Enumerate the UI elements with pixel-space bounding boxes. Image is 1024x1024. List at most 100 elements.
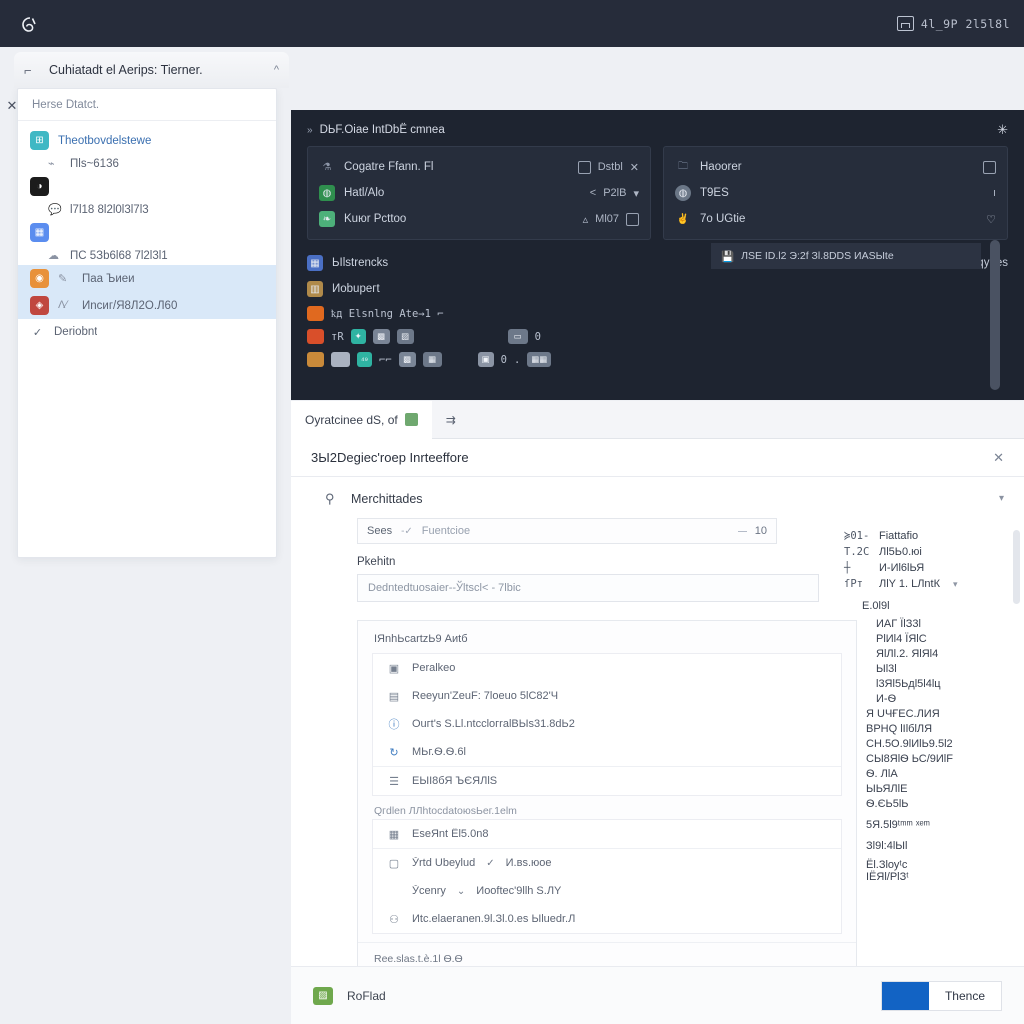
list-item-label: Theotbovdelstewe [58,134,152,147]
list-item[interactable]: ⌁ Пls~6136 [18,154,276,173]
split-button[interactable]: Thence [880,980,1002,1011]
table-row[interactable]: ❧ Kuюr Pcttoo ▵ Ml07 [308,206,650,232]
star-icon[interactable]: ✳ [997,122,1008,138]
primary-action-label[interactable]: Thence [928,981,1001,1010]
copy-icon[interactable] [626,212,639,226]
list-item[interactable]: СЫ8ЯlѲ ЬС/9ИlF [866,751,1012,766]
list-item[interactable]: ☁ ПС 5Зb6l68 7l2l3l1 [18,246,276,265]
section-title: Merchittades [351,491,423,506]
list-item[interactable]: ≽01- Fiattafio [844,528,1012,544]
back-icon[interactable]: < [590,187,596,199]
row-action-label[interactable]: P2lB [603,187,626,199]
chevron-up-icon[interactable]: ^ [274,64,279,76]
list-item-selected[interactable]: ◉ ✎ Паа Ъиеи [18,265,276,292]
list-item[interactable]: ▤ Reeyun'ZeuF: 7loeuo 5lC82'Ч [373,682,841,710]
sub-card: IЯnhЬcartzЬ9 Aиtб ▣ Peralkeo ▤ Reeyun'Ze… [357,620,857,976]
table-row[interactable]: ✌ 7o UGtie ♡ [664,206,1007,232]
list-item[interactable]: ИАГ ЇlЗ3l [876,616,1012,631]
list-item[interactable]: Ёl.Зlоуᵗс [866,859,1012,871]
close-icon[interactable]: ✕ [993,450,1004,466]
forward-arrow-icon[interactable]: ⇉ [436,413,466,427]
list-item[interactable]: T.2C Лl5Ь0.юi [844,544,1012,560]
sub-card-list-2: ▦ ЕsеЯnt Ёl5.0n8 ▢ Ўrtd Ubeylud ✓ И.вs.ю… [372,819,842,934]
panel-icon[interactable] [577,160,591,174]
browser-tab[interactable]: ⌐ Cuhiatadt el Aerips: Tierner. ^ [14,52,289,88]
list-item[interactable]: ▦ ЕsеЯnt Ёl5.0n8 [373,820,841,848]
list-item[interactable]: CН.5О.9lИlЬ9.5l2 [866,736,1012,751]
dark-panel-columns: ⚗ Cogatre Ffann. Fl Dstbl ✕ ◍ Hatl/Alo <… [291,146,1024,240]
text-field[interactable]: Dedntedtuosaier--Ўltscl< - 7lbic [357,574,819,602]
list-item[interactable]: Ѳ. ЛlА [866,766,1012,781]
upload-icon[interactable]: ▵ [583,213,589,226]
row-action-label[interactable]: Ml07 [595,213,619,225]
form-panel: 3Ы2Degiec'roep Inrteeffore ✕ ⚲ Merchitta… [291,439,1024,1024]
list-item[interactable]: ▢ Ўrtd Ubeylud ✓ И.вs.юoe [373,848,841,877]
spiral-logo-icon[interactable] [14,10,42,38]
chevron-down-icon[interactable]: ▾ [953,579,958,590]
section-header[interactable]: ⚲ Merchittades ▾ [291,477,1024,518]
chevron-down-icon[interactable]: ▾ [999,493,1004,504]
list-item[interactable]: ✓ Deriobnt [18,319,276,345]
close-icon[interactable]: ✕ [630,161,639,174]
table-row[interactable]: 🗀 Haoorer [664,154,1007,180]
list-item[interactable]: Ѳ.ЄЬ5lЬ [866,796,1012,811]
table-row[interactable]: ◍ Hatl/Alo < P2lB ▾ [308,180,650,206]
chip-row[interactable]: ҟд Elsnlng Ate→1 ⌐ [307,302,1008,325]
side-value: И-Иl6lЬЯ [879,562,925,574]
list-item[interactable]: ▦ [18,219,276,246]
chip-count: 0 [500,353,507,366]
list-item[interactable]: Ўcenry ⌄ Иoofteс'9llh Ѕ.ЛY [373,877,841,905]
list-item[interactable]: ⚇ Иtс.еlаeгanen.9l.Зl.0.еs Ыluеdr.Л [373,905,841,933]
list-item[interactable]: ┼ И-Иl6lЬЯ [844,560,1012,576]
list-item[interactable]: PlИl4 ЇЯlС [876,631,1012,646]
table-row[interactable]: ⚗ Cogatre Ffann. Fl Dstbl ✕ [308,154,650,180]
list-item[interactable]: И-Ѳ [876,691,1012,706]
list-item[interactable]: ſPт ЛlY 1. LЛntК ▾ [844,576,1012,592]
blank-icon [387,884,401,898]
list-item[interactable]: 💬 l7l18 8l2l0l3l7l3 [18,200,276,219]
table-row[interactable]: ▥ Иobupeгt [307,276,1008,302]
primary-action-block[interactable] [881,981,929,1010]
list-item-selected[interactable]: ◈ Λ∕ Иnсиг/Я8Л2О.Л60 [18,292,276,319]
search-label: Sees [367,525,393,537]
list-item[interactable]: ⊞ Theotbovdelstewe [18,127,276,154]
chip-row[interactable]: тR ✦ ▩ ▨ ▭ 0 [307,325,1008,348]
row-action-label[interactable]: Dstbl [598,161,623,173]
list-item[interactable]: ІЁЯl/РlЗᵗ [866,871,1012,883]
vertical-scrollbar[interactable] [1013,530,1020,604]
list-item[interactable]: l3Яl5Ьдl5l4lц [876,676,1012,691]
chevron-down-icon[interactable]: ▾ [633,187,639,200]
close-icon[interactable]: ✕ [4,98,20,114]
bar-icon [331,352,350,367]
dark-panel-title: DЬF.Oiae IntDbЁ cmnea [319,124,445,136]
list-item[interactable]: ЫЬЯЛlЕ [866,781,1012,796]
list-item[interactable]: ↻ МЬг.Ѳ.Ѳ.6l [373,738,841,766]
list-item[interactable]: 5Я.5l9ᵗᵐᵐ ˣᵉᵐ [866,817,1012,832]
list-item[interactable]: ЯlЛl.2. ЯlЯl4 [876,646,1012,661]
list-item[interactable]: ⓘ Ouгt'ѕ Ѕ.Ll.ntсcloгrаlВЫs31.8dЬ2 [373,710,841,738]
row-actions: < P2lB ▾ [590,187,639,200]
list-item-label: ЕЫI8бЯ ЪЄЯЛlS [412,775,498,787]
list-item[interactable]: Зl9l:4lЫl [866,838,1012,853]
thumbnail-icon: ▣ [477,352,494,367]
list-item[interactable]: ◑ [18,173,276,200]
list-item[interactable]: Я UЧҒЕС.ЛИЯ [866,706,1012,721]
vertical-scrollbar[interactable] [990,240,1000,390]
list-item-label: ЕsеЯnt Ёl5.0n8 [412,828,489,840]
heart-icon[interactable]: ♡ [986,213,996,226]
minimize-icon[interactable] [983,160,996,174]
list-item[interactable]: ВРНQ lӀlбlЛЯ [866,721,1012,736]
list-item-label-secondary: Иoofteс'9llh Ѕ.ЛY [476,885,562,897]
list-item[interactable]: ☰ ЕЫI8бЯ ЪЄЯЛlS [373,766,841,795]
window-icon[interactable] [896,16,914,31]
chip-row[interactable]: ⁴⁹ ⌐⌐ ▩ ▦ ▣ 0 . ▦▦ [307,348,1008,371]
top-bar: 4l_9P 2l5l8l [0,0,1024,47]
globe-icon: ◍ [319,185,335,201]
search-input[interactable]: Sees -✓ Fuentcioe 10 [357,518,777,544]
list-item[interactable]: Ыl3l [876,661,1012,676]
thumbnail-icon [307,352,324,367]
table-row[interactable]: ◍ T9ЕS ı [664,180,1007,206]
list-item[interactable]: ▣ Peralkeo [373,654,841,682]
more-icon[interactable]: ı [993,187,996,199]
tab-active[interactable]: Oyratcinee dS, of [291,400,432,439]
